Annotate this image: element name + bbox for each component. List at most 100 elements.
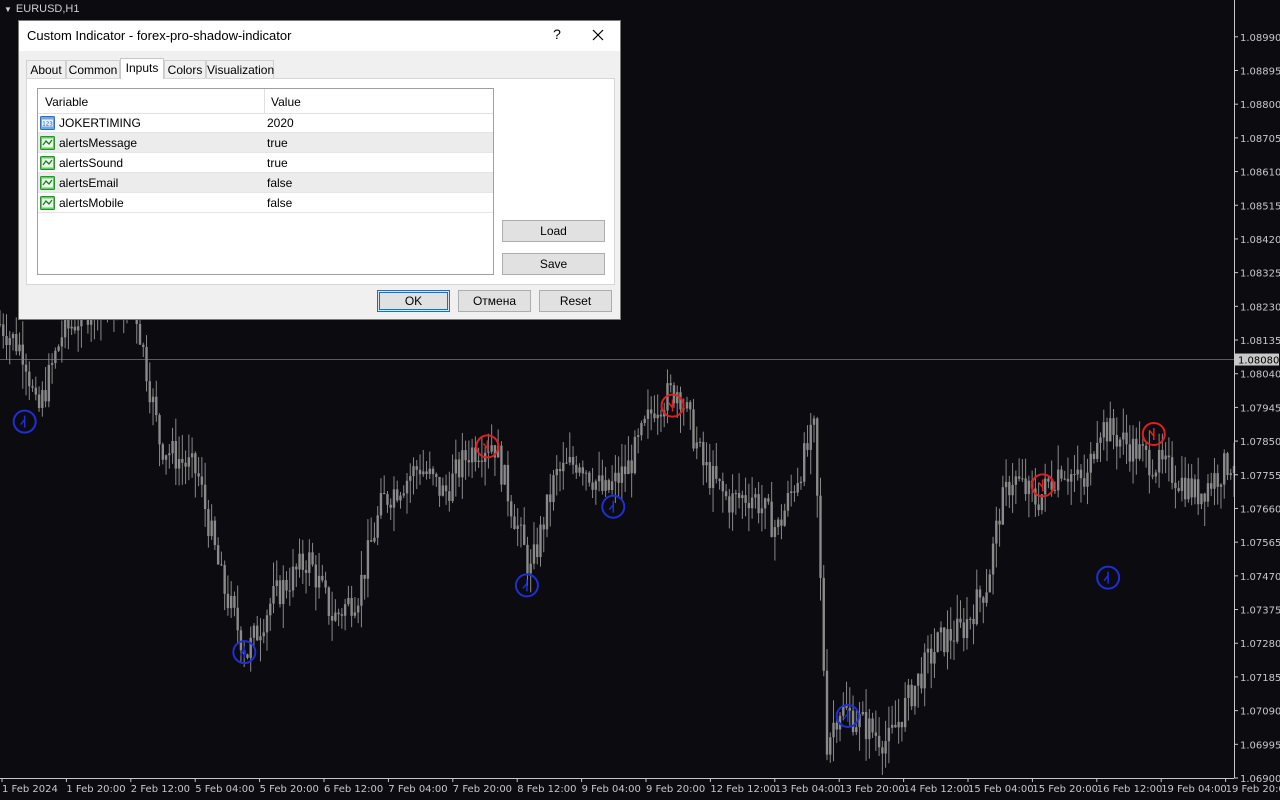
candle bbox=[1200, 493, 1203, 510]
candle bbox=[649, 396, 653, 431]
candle bbox=[1017, 458, 1021, 482]
price-tick-label: 1.08610 bbox=[1240, 168, 1280, 179]
candle bbox=[1135, 427, 1138, 475]
price-tick-label: 1.07185 bbox=[1240, 673, 1280, 684]
candle bbox=[1096, 421, 1099, 463]
table-row[interactable]: 123 JOKERTIMING 2020 bbox=[38, 113, 493, 133]
candle bbox=[864, 689, 868, 761]
candle bbox=[1109, 401, 1112, 442]
table-row[interactable]: alertsMobile false bbox=[38, 193, 493, 213]
candle bbox=[689, 400, 692, 430]
candle bbox=[806, 425, 809, 457]
candle bbox=[1157, 433, 1161, 488]
candle bbox=[438, 476, 441, 507]
price-tick-label: 1.07375 bbox=[1240, 606, 1280, 617]
candle bbox=[780, 504, 783, 540]
bool-icon bbox=[40, 136, 55, 150]
candle bbox=[483, 446, 487, 486]
save-button[interactable]: Save bbox=[502, 253, 605, 275]
candle bbox=[754, 487, 757, 509]
chart-symbol-title[interactable]: ▼ EURUSD,H1 bbox=[0, 0, 80, 18]
candle bbox=[1086, 458, 1089, 505]
candle bbox=[884, 720, 887, 768]
dialog-titlebar[interactable]: Custom Indicator - forex-pro-shadow-indi… bbox=[19, 21, 620, 51]
candle bbox=[168, 444, 171, 469]
candle bbox=[659, 409, 663, 432]
candle bbox=[1164, 442, 1167, 474]
price-axis: 1.08990 1.08895 1.08800 1.08705 1.08610 1.085… bbox=[1234, 0, 1280, 785]
price-tick-label: 1.08325 bbox=[1240, 269, 1280, 280]
candle bbox=[952, 620, 956, 660]
candle bbox=[402, 485, 405, 499]
candle bbox=[184, 450, 187, 485]
candle bbox=[627, 436, 630, 475]
close-icon[interactable] bbox=[586, 25, 610, 45]
candle bbox=[425, 461, 428, 480]
variable-value[interactable]: true bbox=[267, 156, 288, 170]
column-header-value[interactable]: Value bbox=[271, 95, 301, 109]
candle bbox=[1060, 465, 1063, 482]
candle bbox=[1148, 430, 1151, 494]
load-button[interactable]: Load bbox=[502, 220, 605, 242]
candle bbox=[1001, 475, 1005, 526]
candle bbox=[786, 480, 790, 517]
candle bbox=[783, 503, 786, 527]
tab-colors[interactable]: Colors bbox=[164, 60, 206, 78]
column-divider[interactable] bbox=[264, 89, 265, 113]
ok-button[interactable]: OK bbox=[377, 290, 450, 312]
candle bbox=[695, 426, 698, 460]
variable-value[interactable]: 2020 bbox=[267, 116, 294, 130]
variable-value[interactable]: false bbox=[267, 196, 292, 210]
candle bbox=[969, 616, 972, 630]
table-row[interactable]: alertsEmail false bbox=[38, 173, 493, 193]
candle bbox=[692, 398, 695, 452]
candle bbox=[568, 432, 571, 466]
variable-name: alertsEmail bbox=[59, 176, 119, 190]
candle bbox=[347, 585, 350, 607]
candle bbox=[796, 467, 799, 497]
candle bbox=[1229, 468, 1232, 480]
candle bbox=[633, 430, 637, 475]
bool-icon bbox=[40, 176, 55, 190]
candle bbox=[575, 455, 578, 479]
candle bbox=[897, 698, 900, 744]
candle bbox=[545, 494, 549, 538]
candle bbox=[369, 517, 373, 543]
tab-visualization[interactable]: Visualization bbox=[206, 60, 274, 78]
time-tick-label: 2 Feb 12:00 bbox=[131, 784, 190, 795]
column-header-variable[interactable]: Variable bbox=[45, 95, 88, 109]
reset-button[interactable]: Reset bbox=[539, 290, 612, 312]
candle bbox=[324, 571, 327, 594]
candle bbox=[549, 473, 552, 527]
table-row[interactable]: alertsSound true bbox=[38, 153, 493, 173]
inputs-grid[interactable]: Variable Value 123 JOKERTIMING 2020 aler… bbox=[37, 88, 494, 275]
candle bbox=[773, 519, 777, 561]
candle bbox=[1076, 445, 1079, 481]
help-button[interactable]: ? bbox=[547, 26, 567, 42]
candle bbox=[216, 537, 220, 565]
tab-inputs[interactable]: Inputs bbox=[120, 58, 164, 79]
candle bbox=[1219, 483, 1223, 509]
candle bbox=[705, 442, 708, 483]
candle bbox=[34, 376, 38, 401]
variable-value[interactable]: true bbox=[267, 136, 288, 150]
tab-common[interactable]: Common bbox=[66, 60, 120, 78]
candle bbox=[1180, 456, 1184, 502]
variable-value[interactable]: false bbox=[267, 176, 292, 190]
candle bbox=[610, 465, 614, 495]
candle bbox=[164, 454, 168, 475]
candle bbox=[422, 449, 425, 477]
candle bbox=[555, 455, 558, 496]
candle bbox=[317, 552, 321, 599]
candle bbox=[376, 506, 379, 546]
candle bbox=[623, 444, 627, 493]
candle bbox=[1056, 445, 1060, 498]
candle bbox=[194, 451, 197, 498]
candle bbox=[588, 470, 591, 487]
tab-about[interactable]: About bbox=[26, 60, 66, 78]
integer-icon-label: 123 bbox=[42, 122, 53, 128]
candle bbox=[1196, 457, 1200, 515]
table-row[interactable]: alertsMessage true bbox=[38, 133, 493, 153]
candle bbox=[138, 319, 142, 345]
cancel-button[interactable]: Отмена bbox=[458, 290, 531, 312]
